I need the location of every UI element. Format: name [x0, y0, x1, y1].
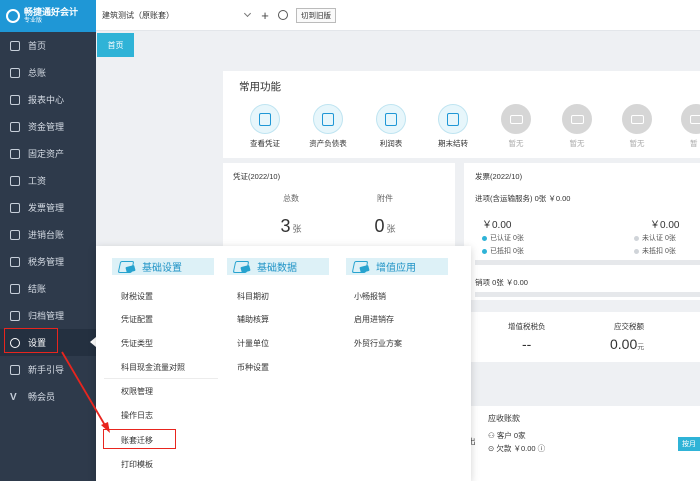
- annotation-arrow-icon: [61, 351, 110, 433]
